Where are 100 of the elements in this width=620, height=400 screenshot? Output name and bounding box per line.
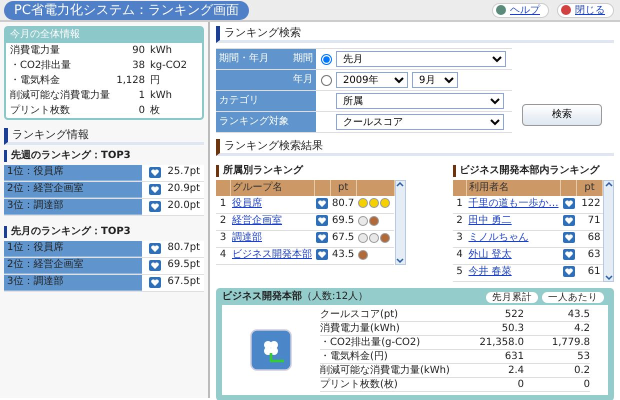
metric-label: 消費電力量(kWh) bbox=[320, 322, 401, 335]
ranking-points: 20.9pt bbox=[167, 183, 201, 196]
per-person-value: 0 bbox=[582, 378, 590, 391]
points-cell: 69.5 bbox=[330, 213, 356, 230]
points-cell: 43.5 bbox=[330, 247, 356, 264]
name-link[interactable]: 今井 春菜 bbox=[468, 266, 512, 278]
total-value: 0 bbox=[516, 378, 524, 391]
column-header: 利用者名 bbox=[466, 180, 560, 196]
field-label: 期間 bbox=[293, 52, 313, 66]
heart-icon bbox=[148, 260, 161, 271]
summary-label: 削減可能な消費電力量 bbox=[10, 88, 110, 102]
scroll-up-icon bbox=[604, 181, 612, 187]
period-select[interactable]: 先月 bbox=[336, 51, 506, 67]
summary-value: 1 bbox=[138, 88, 146, 102]
heart-icon bbox=[148, 243, 161, 254]
help-icon bbox=[496, 5, 506, 15]
summary-label: ・CO2排出量 bbox=[10, 58, 72, 72]
points-cell: 80.7 bbox=[330, 196, 356, 213]
heart-icon bbox=[316, 232, 328, 244]
column-header: グループ名 bbox=[230, 180, 314, 196]
help-link[interactable]: ヘルプ bbox=[492, 2, 549, 18]
rank-cell: 2 bbox=[216, 213, 230, 230]
total-value: 2.4 bbox=[507, 364, 524, 377]
metric-label: 削減可能な消費電力量(kWh) bbox=[320, 364, 451, 377]
heart-icon bbox=[316, 249, 328, 260]
per-person-value: 1,779.8 bbox=[550, 336, 590, 349]
field-label: 年月 bbox=[293, 74, 313, 86]
rank-cell: 1 bbox=[452, 196, 466, 213]
per-person-value: 43.5 bbox=[566, 308, 590, 321]
search-button[interactable]: 検索 bbox=[522, 104, 602, 126]
total-value: 522 bbox=[504, 308, 524, 321]
field-label: カテゴリ bbox=[219, 94, 259, 108]
scroll-down-icon bbox=[396, 258, 404, 264]
radio-button[interactable] bbox=[321, 54, 332, 64]
rank-cell: 4 bbox=[452, 247, 466, 264]
close-icon bbox=[561, 5, 571, 15]
summary-unit: kWh bbox=[150, 88, 174, 102]
subsection-heading: 先月のランキング：TOP3 bbox=[4, 226, 204, 238]
ranking-label: 2位：経営企画室 bbox=[4, 258, 142, 274]
ranking-points: 80.7pt bbox=[167, 242, 201, 255]
summary-unit: 枚 bbox=[150, 104, 161, 116]
ranking-points: 69.5pt bbox=[167, 259, 201, 272]
heart-icon bbox=[148, 167, 161, 178]
heart-icon bbox=[148, 277, 161, 288]
heart-icon bbox=[562, 266, 574, 278]
section-heading: ランキング検索 bbox=[216, 26, 614, 43]
clover-logo-drawing bbox=[250, 329, 292, 371]
per-person-value: 53 bbox=[576, 350, 590, 363]
radio-button[interactable] bbox=[321, 74, 332, 86]
name-link[interactable]: 役員席 bbox=[232, 198, 262, 209]
rank-cell: 1 bbox=[216, 196, 230, 213]
heart-icon bbox=[148, 184, 161, 195]
name-link[interactable]: ミノルちゃん bbox=[468, 232, 528, 244]
rank-cell: 5 bbox=[452, 264, 466, 281]
per-person-value: 4.2 bbox=[573, 322, 590, 335]
summary-unit: kWh bbox=[150, 44, 174, 56]
heart-icon bbox=[316, 198, 328, 209]
subsection-heading: ビジネス開発本部内ランキング bbox=[452, 165, 614, 177]
metric-label: プリント枚数(枚) bbox=[320, 378, 399, 391]
total-value: 50.3 bbox=[500, 322, 524, 335]
per-person-value: 0.2 bbox=[573, 364, 590, 377]
name-link[interactable]: 調達部 bbox=[232, 232, 262, 244]
rank-cell: 2 bbox=[452, 213, 466, 230]
name-link[interactable]: 外山 登太 bbox=[468, 249, 512, 260]
name-link[interactable]: 田中 勇二 bbox=[468, 215, 512, 226]
year-select[interactable]: 2009年 bbox=[336, 72, 408, 88]
close-link[interactable]: 閉じる bbox=[557, 2, 614, 18]
section-heading: ランキング情報 bbox=[4, 128, 204, 144]
ranking-label: 3位：調達部 bbox=[4, 198, 142, 214]
ranking-points: 67.5pt bbox=[167, 276, 201, 289]
summary-unit: kg-CO2 bbox=[150, 58, 188, 72]
name-link[interactable]: ビジネス開発本部 bbox=[232, 249, 312, 260]
summary-label: 消費電力量 bbox=[10, 44, 61, 56]
rank-cell: 3 bbox=[216, 230, 230, 247]
column-header: pt bbox=[330, 180, 356, 196]
summary-value: 0 bbox=[138, 104, 146, 116]
summary-label: ・電気料金 bbox=[10, 74, 61, 86]
category-select[interactable]: 所属 bbox=[336, 93, 504, 109]
heart-icon bbox=[562, 249, 574, 260]
field-label: 期間・年月 bbox=[219, 52, 269, 66]
summary-unit: 円 bbox=[150, 74, 161, 86]
panel-header: 今月の全体情報 bbox=[6, 28, 202, 42]
rank-cell: 4 bbox=[216, 247, 230, 264]
target-select[interactable]: クールスコア bbox=[336, 114, 504, 130]
month-select[interactable]: 9月 bbox=[412, 72, 458, 88]
name-link[interactable]: 千里の道も一歩か… bbox=[468, 198, 558, 209]
metric-label: ・CO2排出量(g-CO2) bbox=[320, 336, 422, 349]
ranking-points: 20.0pt bbox=[167, 200, 201, 213]
scroll-up-icon bbox=[396, 181, 404, 187]
subsection-heading: 先週のランキング：TOP3 bbox=[4, 150, 204, 162]
subsection-heading: 所属別ランキング bbox=[216, 165, 406, 177]
points-cell: 67.5 bbox=[330, 230, 356, 247]
heart-icon bbox=[562, 232, 574, 244]
member-count: （人数:12人） bbox=[302, 290, 368, 303]
heart-icon bbox=[562, 198, 574, 209]
name-link[interactable]: 経営企画室 bbox=[232, 215, 282, 226]
scrollbar[interactable] bbox=[394, 180, 406, 264]
metric-label: クールスコア(pt) bbox=[320, 308, 400, 321]
column-header: 先月累計 bbox=[486, 292, 538, 303]
scrollbar[interactable] bbox=[603, 180, 614, 282]
